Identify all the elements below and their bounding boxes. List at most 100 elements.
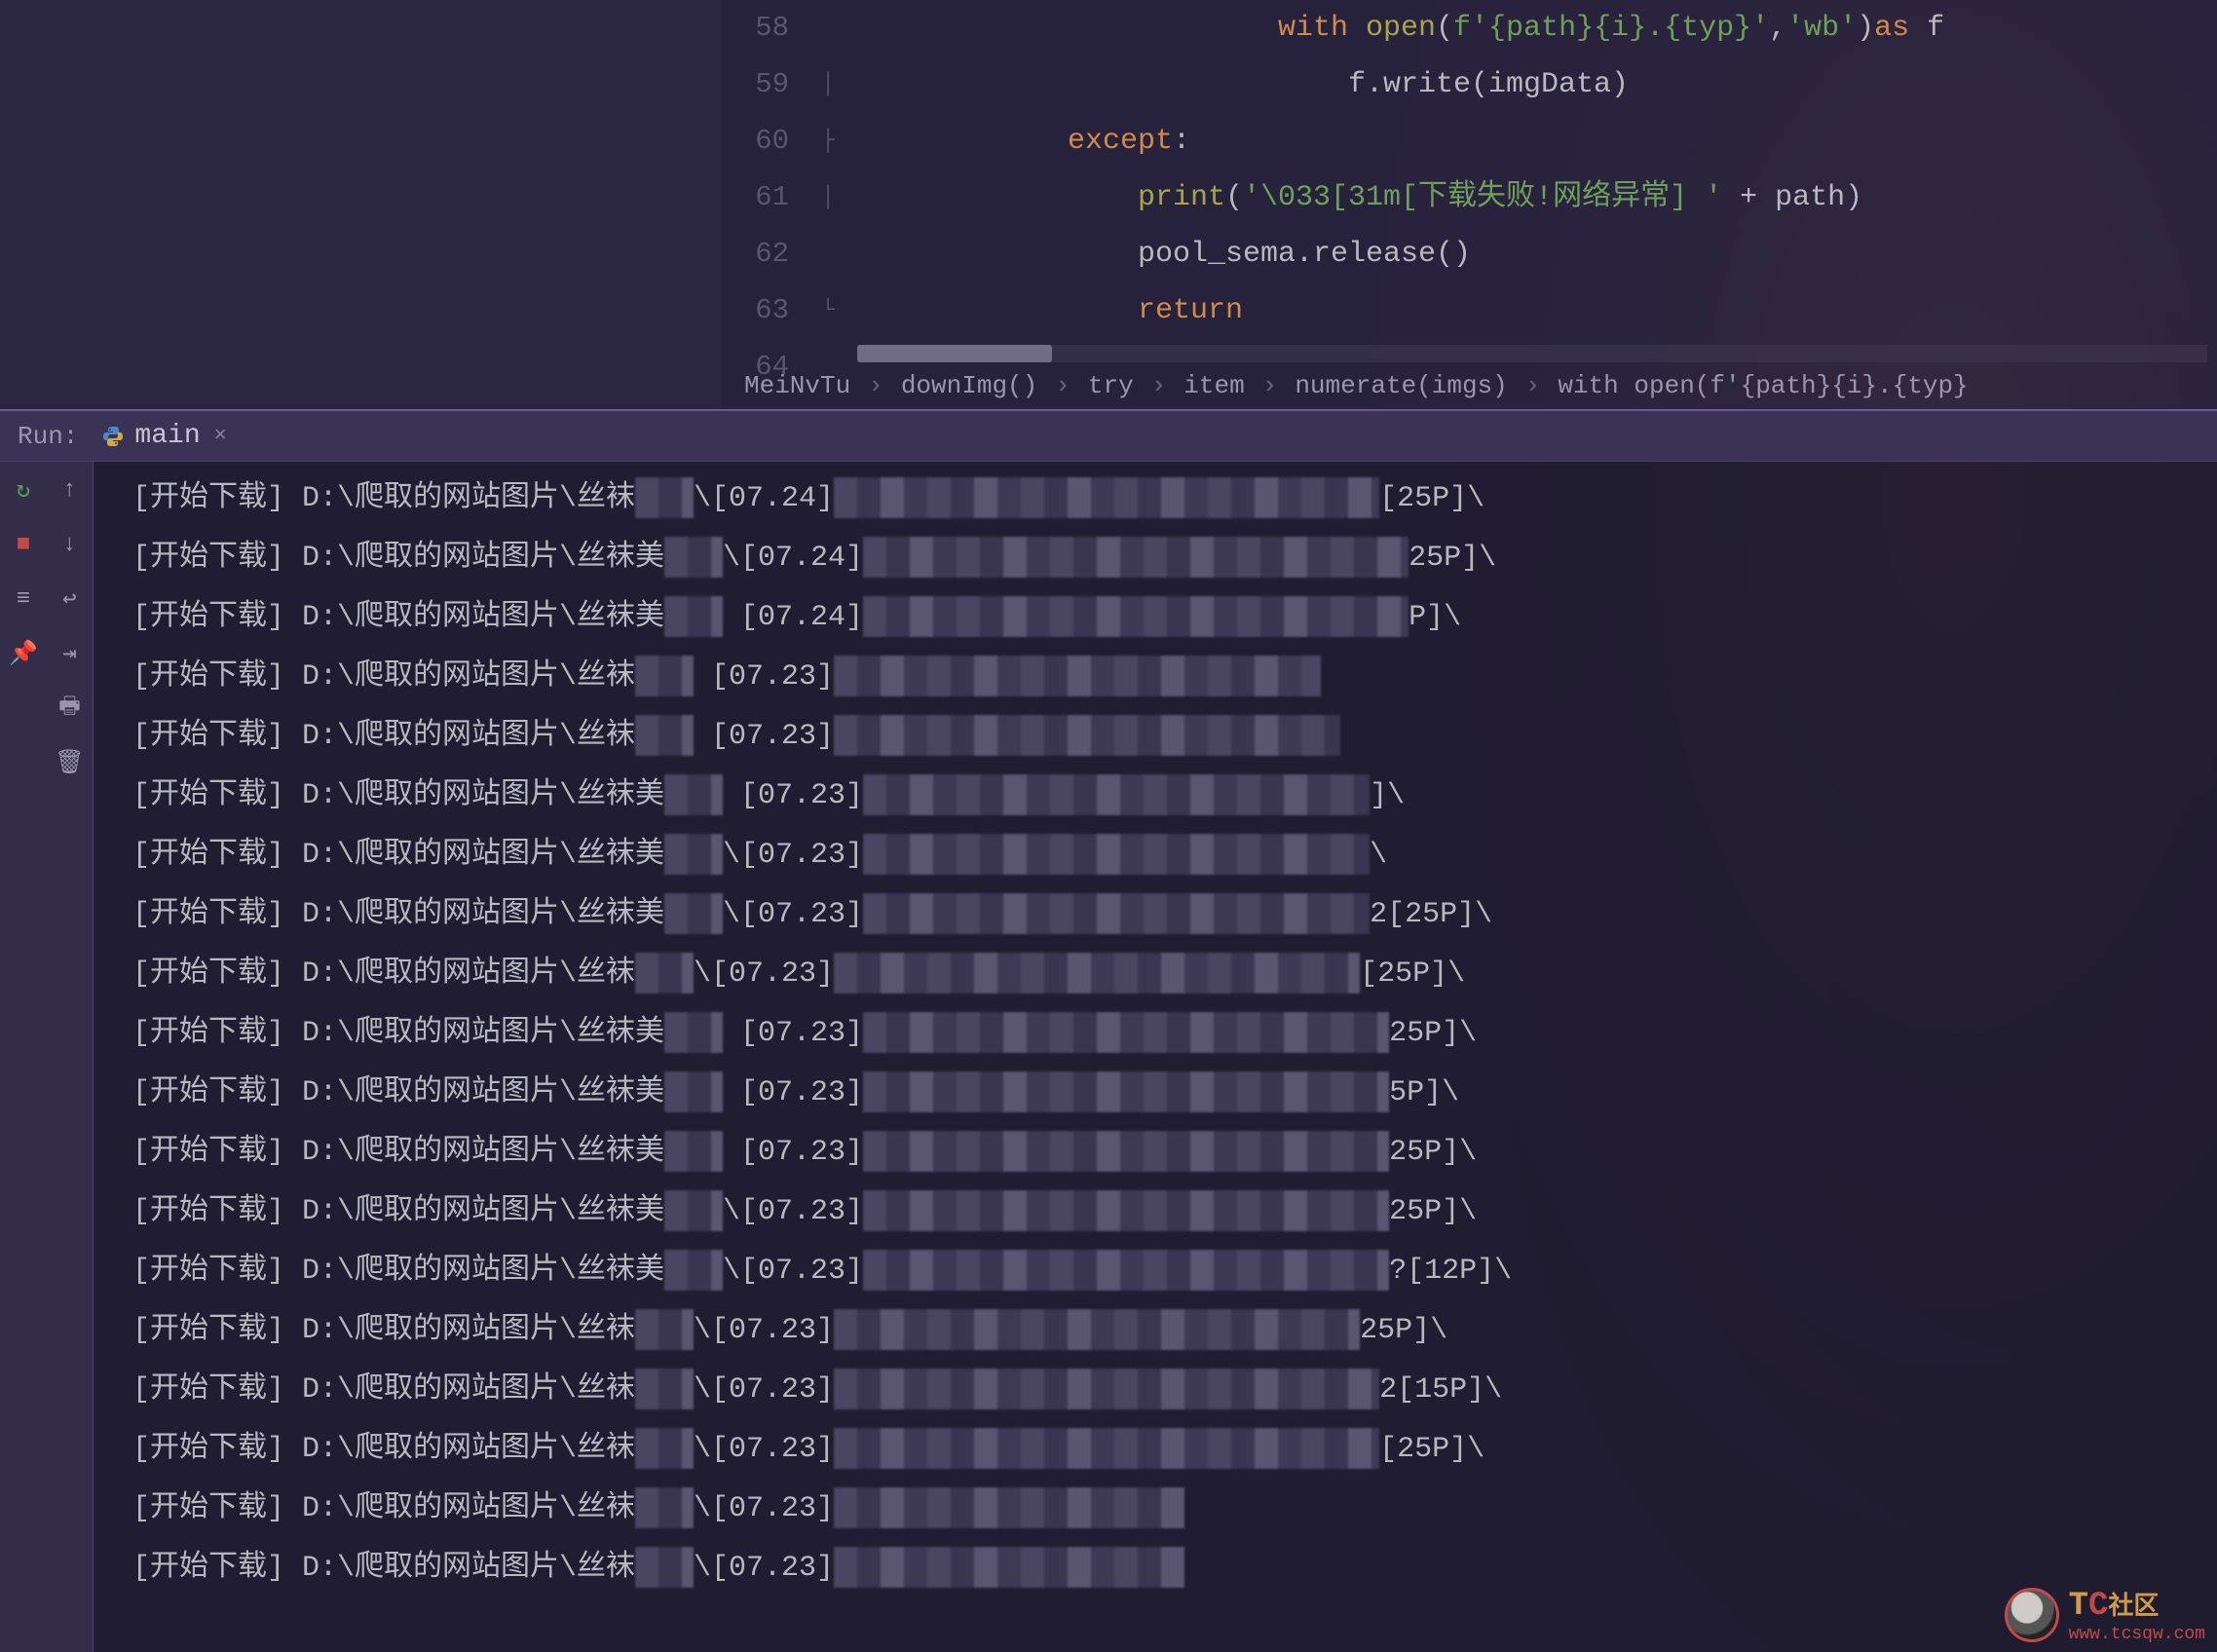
line-number-gutter: 58596061626364 xyxy=(721,0,808,395)
censored-region xyxy=(664,834,723,875)
breadcrumb-item[interactable]: downImg() xyxy=(901,362,1037,409)
console-output[interactable]: [开始下载] D:\爬取的网站图片\丝袜\[07.24][25P]\[开始下载]… xyxy=(94,462,2217,1652)
run-label: Run: xyxy=(18,422,78,451)
line-number: 63 xyxy=(721,282,789,339)
censored-region xyxy=(834,1487,1184,1528)
censored-region xyxy=(635,656,694,696)
code-area[interactable]: with open(f'{path}{i}.{typ}','wb')as ff.… xyxy=(857,0,2217,395)
python-icon xyxy=(101,425,125,448)
censored-region xyxy=(863,1190,1389,1231)
censored-region xyxy=(635,953,694,994)
censored-region xyxy=(863,774,1370,815)
up-arrow-icon[interactable]: ↑ xyxy=(54,473,87,507)
censored-region xyxy=(664,1250,723,1291)
console-line: [开始下载] D:\爬取的网站图片\丝袜美 [07.24]P]\ xyxy=(132,588,2217,648)
console-line: [开始下载] D:\爬取的网站图片\丝袜美\[07.23]\ xyxy=(132,826,2217,885)
censored-region xyxy=(863,893,1370,934)
run-body: ↻ ■ ≡ 📌 ↑ ↓ ↩ ⇥ 🖶 🗑 [开始下载] D:\爬取的网站图片\丝袜\[07.24]… xyxy=(0,462,2217,1652)
censored-region xyxy=(863,537,1409,578)
console-line: [开始下载] D:\爬取的网站图片\丝袜\[07.23]2[15P]\ xyxy=(132,1361,2217,1420)
console-line: [开始下载] D:\爬取的网站图片\丝袜 [07.23] xyxy=(132,707,2217,767)
print-icon[interactable]: 🖶 xyxy=(54,692,87,725)
console-line: [开始下载] D:\爬取的网站图片\丝袜美 [07.23]5P]\ xyxy=(132,1064,2217,1123)
fold-marker[interactable]: │ xyxy=(808,56,847,113)
censored-region xyxy=(834,1309,1360,1350)
console-line: [开始下载] D:\爬取的网站图片\丝袜美\[07.24]25P]\ xyxy=(132,529,2217,588)
code-line[interactable]: f.write(imgData) xyxy=(857,56,2217,113)
censored-region xyxy=(834,477,1379,518)
console-line: [开始下载] D:\爬取的网站图片\丝袜美 [07.23]25P]\ xyxy=(132,1123,2217,1183)
console-line: [开始下载] D:\爬取的网站图片\丝袜\[07.23] xyxy=(132,1480,2217,1539)
close-icon[interactable]: × xyxy=(214,424,227,448)
run-tool-window: Run: main × ↻ ■ ≡ 📌 ↑ ↓ ↩ ⇥ 🖶 🗑 [开始下载] D:\爬取的网站图… xyxy=(0,409,2217,1652)
stop-icon[interactable]: ■ xyxy=(7,528,40,561)
run-tab-main[interactable]: main × xyxy=(101,421,226,451)
fold-marker[interactable] xyxy=(808,0,847,56)
breadcrumb-item[interactable]: MeiNvTu xyxy=(744,362,850,409)
code-line[interactable]: except: xyxy=(857,113,2217,169)
code-line[interactable]: with open(f'{path}{i}.{typ}','wb')as f xyxy=(857,0,2217,56)
line-number: 60 xyxy=(721,113,789,169)
line-number: 62 xyxy=(721,226,789,282)
layout-icon[interactable]: ≡ xyxy=(7,582,40,616)
censored-region xyxy=(863,834,1370,875)
breadcrumb-item[interactable]: numerate(imgs) xyxy=(1295,362,1507,409)
console-line: [开始下载] D:\爬取的网站图片\丝袜\[07.23][25P]\ xyxy=(132,945,2217,1004)
censored-region xyxy=(834,1369,1379,1409)
fold-marker[interactable]: │ xyxy=(808,169,847,226)
censored-region xyxy=(664,1012,723,1053)
run-tab-label: main xyxy=(134,421,200,451)
console-line: [开始下载] D:\爬取的网站图片\丝袜 [07.23] xyxy=(132,648,2217,707)
trash-icon[interactable]: 🗑 xyxy=(54,746,87,779)
console-line: [开始下载] D:\爬取的网站图片\丝袜\[07.23]25P]\ xyxy=(132,1301,2217,1361)
fold-marker[interactable]: └ xyxy=(808,282,847,339)
censored-region xyxy=(834,715,1340,756)
code-line[interactable]: return xyxy=(857,282,2217,339)
censored-region xyxy=(664,1071,723,1112)
watermark-logo-icon xyxy=(2005,1588,2059,1642)
censored-region xyxy=(664,537,723,578)
fold-marker[interactable] xyxy=(808,226,847,282)
breadcrumb-item[interactable]: try xyxy=(1088,362,1134,409)
censored-region xyxy=(834,656,1321,696)
chevron-right-icon: › xyxy=(1151,362,1167,409)
censored-region xyxy=(863,1012,1389,1053)
chevron-right-icon: › xyxy=(868,362,883,409)
wrap-icon[interactable]: ↩ xyxy=(54,582,87,616)
tool-column-2: ↑ ↓ ↩ ⇥ 🖶 🗑 xyxy=(47,462,94,1652)
censored-region xyxy=(664,596,723,637)
censored-region xyxy=(834,953,1360,994)
censored-region xyxy=(635,715,694,756)
console-line: [开始下载] D:\爬取的网站图片\丝袜美\[07.23]25P]\ xyxy=(132,1183,2217,1242)
censored-region xyxy=(834,1428,1379,1469)
console-line: [开始下载] D:\爬取的网站图片\丝袜美 [07.23]25P]\ xyxy=(132,1004,2217,1064)
console-line: [开始下载] D:\爬取的网站图片\丝袜\[07.24][25P]\ xyxy=(132,469,2217,529)
censored-region xyxy=(863,1071,1389,1112)
breadcrumb-item[interactable]: item xyxy=(1184,362,1244,409)
code-line[interactable]: print('\033[31m[下载失败!网络异常] ' + path) xyxy=(857,169,2217,226)
scrollbar-thumb[interactable] xyxy=(857,345,1052,362)
code-editor[interactable]: 58596061626364 │├│ └ with open(f'{path}{i… xyxy=(721,0,2217,409)
horizontal-scrollbar[interactable] xyxy=(857,345,2207,362)
censored-region xyxy=(664,1190,723,1231)
console-line: [开始下载] D:\爬取的网站图片\丝袜\[07.23] xyxy=(132,1539,2217,1598)
censored-region xyxy=(635,1547,694,1588)
chevron-right-icon: › xyxy=(1525,362,1541,409)
down-arrow-icon[interactable]: ↓ xyxy=(54,528,87,561)
censored-region xyxy=(863,1131,1389,1172)
console-line: [开始下载] D:\爬取的网站图片\丝袜\[07.23][25P]\ xyxy=(132,1420,2217,1480)
scroll-end-icon[interactable]: ⇥ xyxy=(54,637,87,670)
breadcrumb-item[interactable]: with open(f'{path}{i}.{typ} xyxy=(1558,362,1968,409)
fold-marker[interactable]: ├ xyxy=(808,113,847,169)
run-header: Run: main × xyxy=(0,411,2217,462)
censored-region xyxy=(863,596,1409,637)
censored-region xyxy=(664,1131,723,1172)
breadcrumb[interactable]: MeiNvTu›downImg()›try›item›numerate(imgs… xyxy=(721,362,2217,409)
pin-icon[interactable]: 📌 xyxy=(7,637,40,670)
censored-region xyxy=(834,1547,1184,1588)
code-line[interactable]: pool_sema.release() xyxy=(857,226,2217,282)
watermark-brand: TC社区 xyxy=(2069,1586,2205,1625)
censored-region xyxy=(664,774,723,815)
censored-region xyxy=(635,1487,694,1528)
rerun-icon[interactable]: ↻ xyxy=(7,473,40,507)
